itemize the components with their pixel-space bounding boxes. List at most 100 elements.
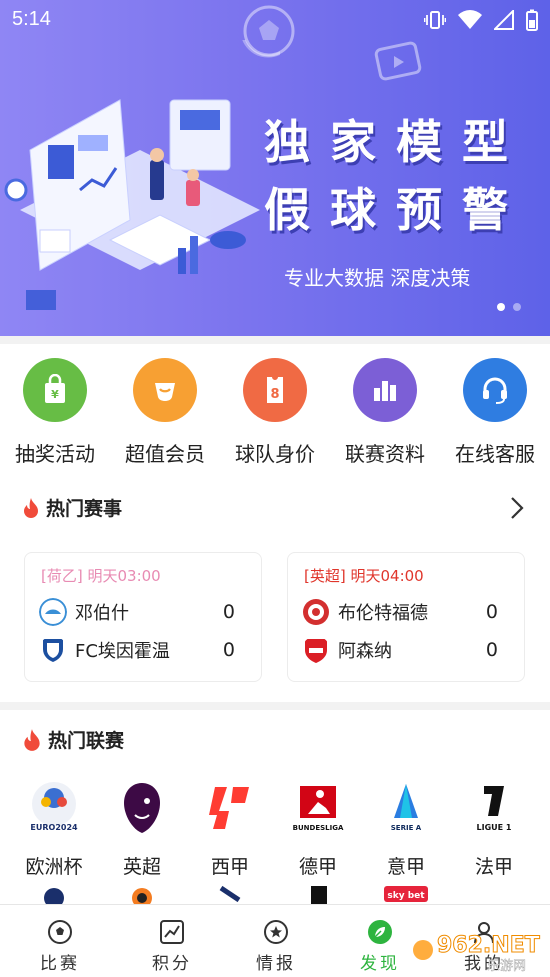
league-list: EURO2024 欧洲杯 英超 西甲 BUNDESLIGA 德甲 SERIE A… [0, 778, 550, 879]
hot-matches-title: 热门赛事 [46, 498, 123, 520]
tab-matches[interactable]: 比赛 [0, 905, 120, 977]
match-league: [英超] [304, 567, 346, 585]
league-item-laliga[interactable]: 西甲 [186, 778, 274, 879]
chart-line-icon [160, 920, 184, 944]
match-meta: [英超] 明天04:00 [304, 565, 424, 586]
tab-intel[interactable]: 情报 [224, 905, 328, 977]
team-name: FC埃因霍温 [75, 641, 170, 662]
svg-text:¥: ¥ [51, 388, 59, 401]
bar-stats-icon [353, 358, 417, 422]
menu-item-vip[interactable]: 超值会员 [110, 358, 220, 467]
svg-text:乐游网: 乐游网 [487, 959, 526, 974]
league-item-bundesliga[interactable]: BUNDESLIGA 德甲 [274, 778, 362, 879]
match-league: [荷乙] [41, 567, 83, 585]
status-time: 5:14 [12, 8, 51, 30]
league-item-serie-a[interactable]: SERIE A 意甲 [362, 778, 450, 879]
menu-label: 超值会员 [125, 442, 205, 466]
banner-title: 独家模型 假球预警 [264, 108, 528, 244]
team-score: 0 [222, 639, 235, 661]
league-item-epl[interactable]: 英超 [98, 778, 186, 879]
jersey-icon: 8 [243, 358, 307, 422]
tab-label: 积分 [152, 954, 192, 974]
menu-item-support[interactable]: 在线客服 [440, 358, 550, 467]
league-item-euro[interactable]: EURO2024 欧洲杯 [10, 778, 98, 879]
league-item-partial[interactable] [186, 884, 274, 904]
carousel-dot-active[interactable] [497, 303, 505, 311]
svg-text:BUNDESLIGA: BUNDESLIGA [293, 824, 344, 832]
league-name: 德甲 [298, 856, 337, 878]
match-card[interactable]: [英超] 明天04:00 布伦特福德 0 阿森纳 0 [287, 552, 525, 682]
site-watermark: 962.NET 乐游网 [413, 933, 540, 974]
league-item-partial[interactable] [98, 884, 186, 904]
banner-title-line1: 独家模型 [264, 115, 528, 169]
league-logo-icon [44, 888, 64, 904]
soccer-ball-icon [48, 920, 72, 944]
compass-leaf-icon [368, 920, 392, 944]
premier-league-lion-icon [112, 778, 172, 838]
laliga-logo-icon [200, 778, 260, 838]
bundesliga-logo-icon: BUNDESLIGA [288, 778, 348, 838]
discover-screen: 5:14 独家模型 假球预警 专业大数据 深度决策 ¥ 抽奖活动 超值会员 8 … [0, 0, 550, 977]
league-item-skybet[interactable]: sky bet [362, 884, 450, 904]
diamond-icon [133, 358, 197, 422]
menu-label: 在线客服 [455, 442, 535, 466]
chevron-right-icon[interactable] [510, 496, 524, 520]
status-icons [424, 9, 538, 31]
promo-banner[interactable]: 5:14 独家模型 假球预警 专业大数据 深度决策 [0, 0, 550, 336]
league-item-ligue1[interactable]: LIGUE 1 法甲 [450, 778, 538, 879]
league-logo-icon [219, 885, 241, 903]
team-score: 0 [222, 601, 235, 623]
quick-menu-panel: ¥ 抽奖活动 超值会员 8 球队身价 联赛资料 在线客服 热门赛事 [荷乙] 明… [0, 344, 550, 702]
team-badge-icon [303, 599, 329, 625]
hot-leagues-header: 热门联赛 [22, 726, 124, 753]
league-name: 法甲 [474, 856, 513, 878]
svg-text:8: 8 [270, 387, 279, 402]
tab-standings[interactable]: 积分 [120, 905, 224, 977]
team-badge-icon [39, 598, 67, 626]
league-name: 意甲 [386, 856, 425, 878]
menu-label: 球队身价 [235, 442, 315, 466]
ligue1-logo-icon: LIGUE 1 [464, 778, 524, 838]
match-card[interactable]: [荷乙] 明天03:00 邓伯什 0 FC埃因霍温 0 [24, 552, 262, 682]
decor-tv-icon [374, 41, 422, 81]
hot-matches-header: 热门赛事 [22, 494, 122, 521]
league-logo-icon [132, 888, 152, 904]
tab-label: 比赛 [40, 954, 80, 974]
team-row-home: 布伦特福德 0 [302, 597, 512, 627]
league-item-partial[interactable] [10, 884, 98, 904]
svg-text:962.NET: 962.NET [437, 933, 540, 958]
menu-item-team-value[interactable]: 8 球队身价 [220, 358, 330, 467]
svg-text:SERIE A: SERIE A [391, 824, 422, 832]
carousel-dot[interactable] [513, 303, 521, 311]
menu-label: 抽奖活动 [15, 442, 95, 466]
skybet-logo-icon: sky bet [384, 886, 428, 902]
hot-leagues-panel: 热门联赛 EURO2024 欧洲杯 英超 西甲 BUNDESLIGA 德甲 SE… [0, 710, 550, 910]
fire-icon [24, 497, 38, 518]
team-score: 0 [485, 639, 498, 661]
league-name: 英超 [122, 856, 161, 878]
euro-logo-icon: EURO2024 [24, 778, 84, 838]
serie-a-logo-icon: SERIE A [376, 778, 436, 838]
signal-icon [494, 10, 514, 30]
star-circle-icon [264, 920, 288, 944]
quick-menu: ¥ 抽奖活动 超值会员 8 球队身价 联赛资料 在线客服 [0, 358, 550, 467]
team-badge-icon [305, 639, 327, 663]
match-meta: [荷乙] 明天03:00 [41, 565, 161, 586]
tab-label: 发现 [360, 954, 400, 974]
banner-subtitle: 专业大数据 深度决策 [284, 266, 471, 290]
menu-item-league-info[interactable]: 联赛资料 [330, 358, 440, 467]
league-list-row2: sky bet [0, 884, 550, 904]
gift-bag-icon: ¥ [23, 358, 87, 422]
team-badge-icon [43, 639, 63, 662]
league-item-partial[interactable] [274, 884, 362, 904]
league-logo-icon [311, 886, 327, 904]
decor-ball-icon [243, 5, 295, 57]
carousel-dots [497, 303, 521, 311]
fire-icon [24, 728, 40, 751]
svg-text:EURO2024: EURO2024 [30, 823, 78, 832]
menu-label: 联赛资料 [345, 442, 425, 466]
team-score: 0 [485, 601, 498, 623]
svg-text:LIGUE 1: LIGUE 1 [477, 823, 512, 832]
menu-item-lottery[interactable]: ¥ 抽奖活动 [0, 358, 110, 467]
wifi-icon [458, 10, 482, 29]
